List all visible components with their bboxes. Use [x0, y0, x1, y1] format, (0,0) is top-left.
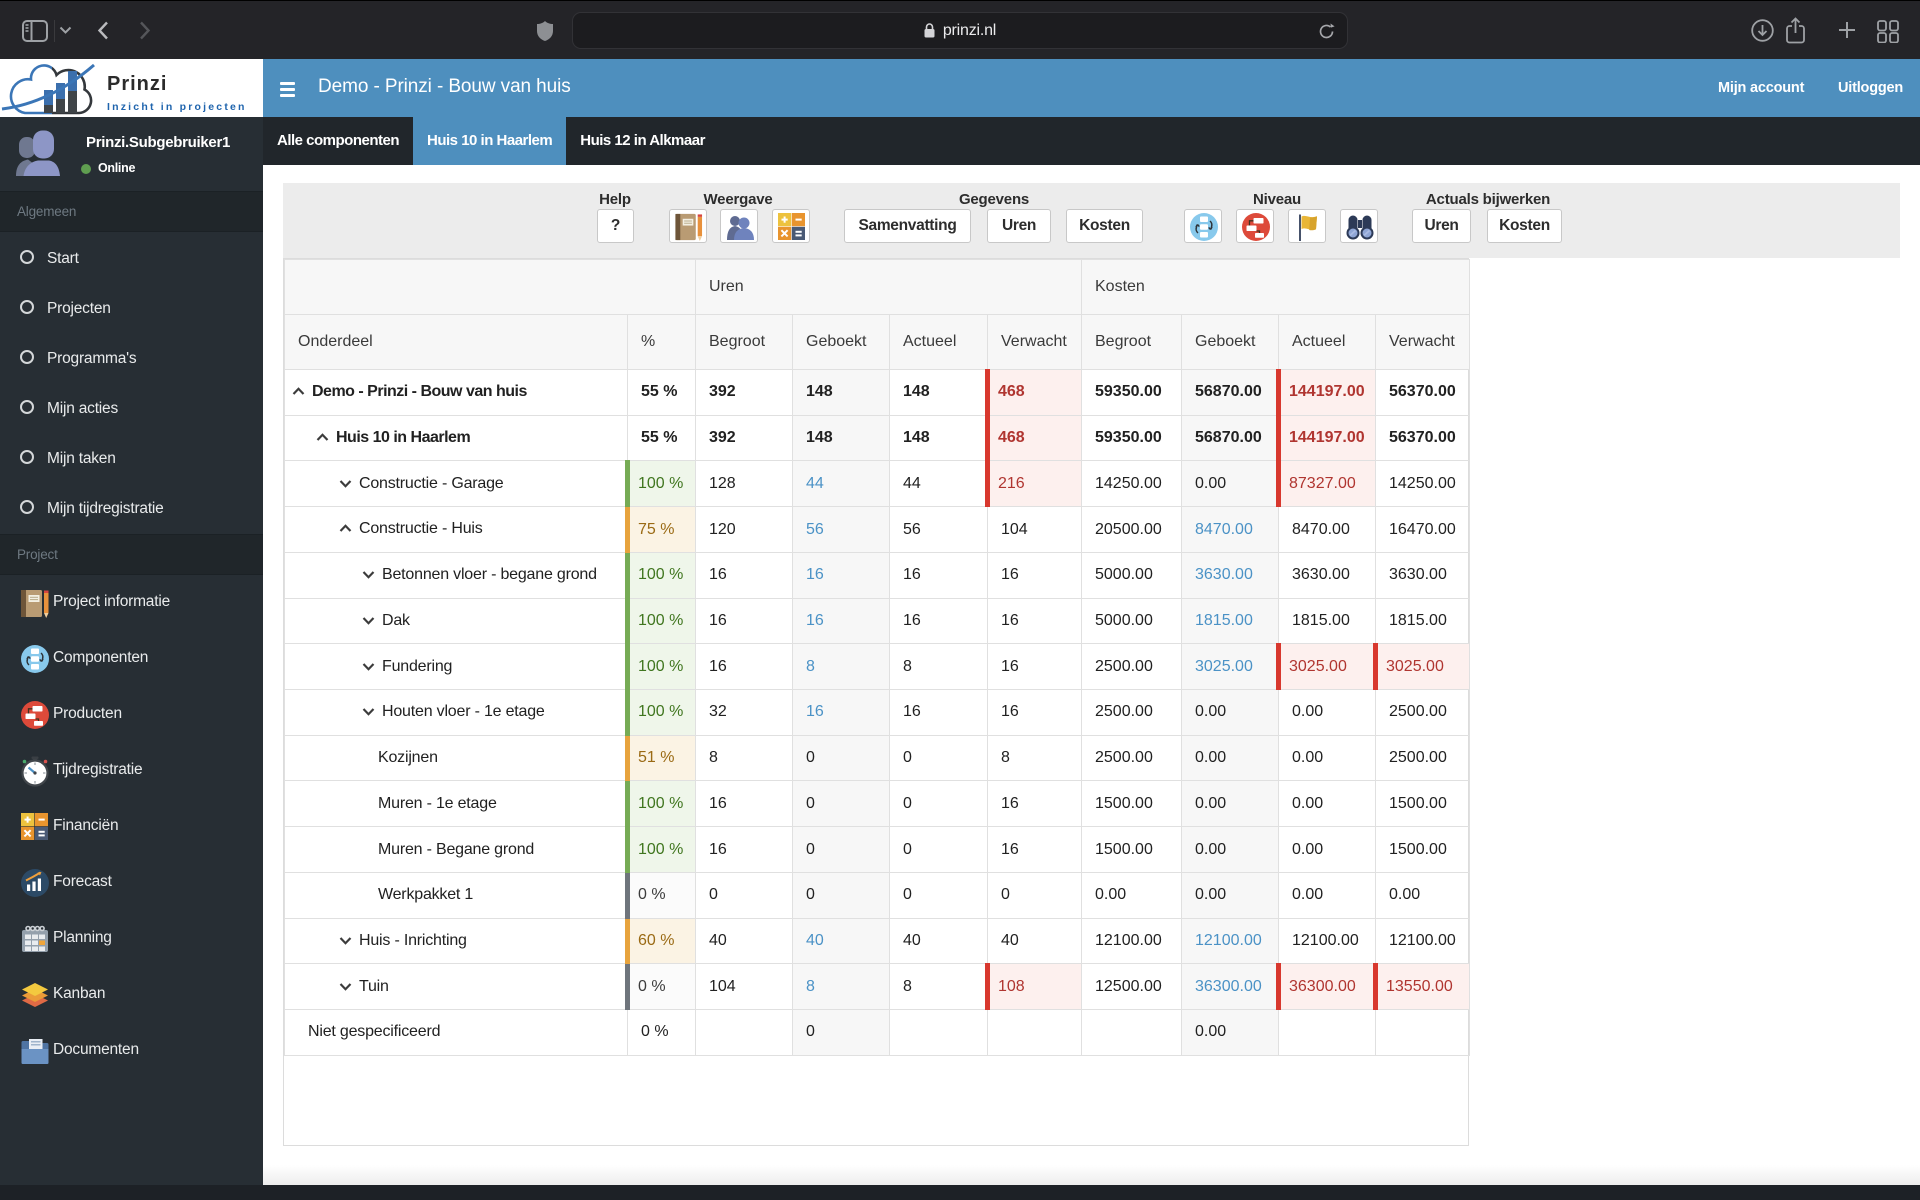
svg-text:Prinzi: Prinzi: [107, 73, 167, 95]
svg-text:Inzicht in projecten: Inzicht in projecten: [107, 101, 247, 113]
